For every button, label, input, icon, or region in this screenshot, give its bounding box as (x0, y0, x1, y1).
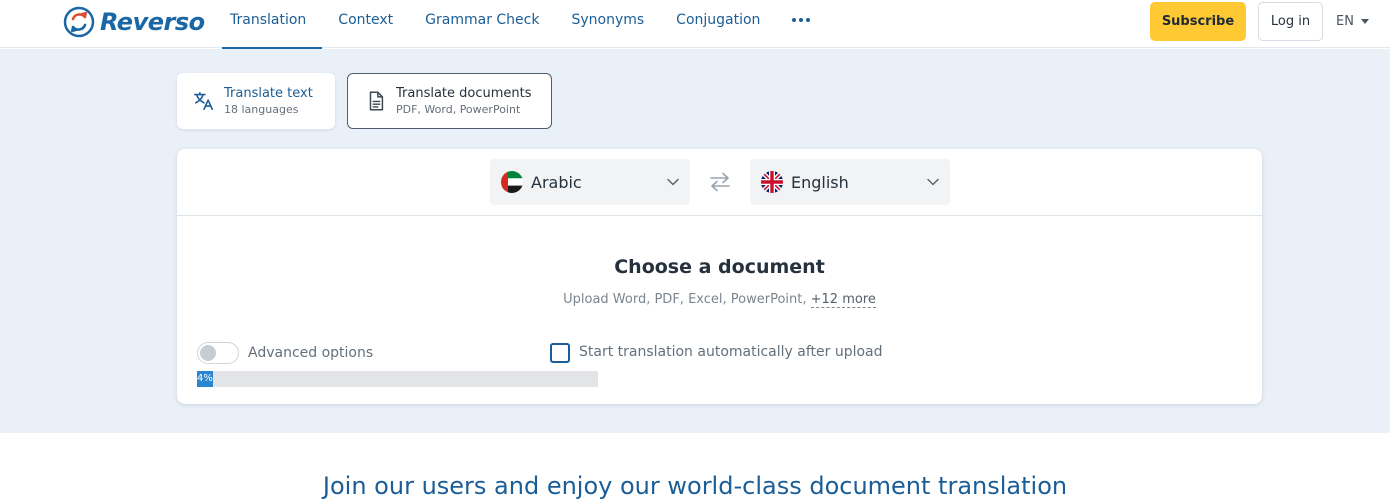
source-language-label: Arabic (531, 172, 582, 192)
advanced-options-toggle[interactable] (197, 342, 239, 364)
target-language-select[interactable]: English (750, 159, 950, 205)
swap-languages-icon[interactable] (708, 171, 732, 193)
tab-translate-documents-subtitle: PDF, Word, PowerPoint (396, 102, 521, 116)
auto-start-label: Start translation automatically after up… (579, 344, 883, 360)
nav-context[interactable]: Context (322, 0, 409, 48)
logo-text: Reverso (100, 8, 205, 36)
main-nav: Translation Context Grammar Check Synony… (214, 0, 826, 49)
nav-grammar-check[interactable]: Grammar Check (409, 0, 555, 48)
tab-translate-text-subtitle: 18 languages (224, 102, 299, 116)
auto-start-checkbox[interactable] (550, 343, 570, 363)
caret-down-icon (1360, 18, 1369, 24)
more-formats-link[interactable]: +12 more (810, 292, 876, 308)
choose-document-title[interactable]: Choose a document (177, 256, 1262, 278)
advanced-options-label: Advanced options (248, 345, 374, 361)
translate-icon (194, 91, 214, 111)
tab-translate-documents[interactable]: Translate documents PDF, Word, PowerPoin… (347, 73, 552, 129)
nav-translation[interactable]: Translation (214, 0, 323, 49)
tab-translate-text[interactable]: Translate text 18 languages (177, 73, 335, 129)
tab-translate-text-title: Translate text (224, 85, 313, 101)
reverso-logo-icon (63, 6, 95, 38)
upload-progress-bar: 4% (197, 371, 598, 387)
login-button[interactable]: Log in (1258, 2, 1323, 41)
translator-section: Translate text 18 languages Translate do… (0, 49, 1390, 433)
document-icon (369, 91, 384, 111)
uae-flag-icon (501, 171, 523, 193)
toggle-knob (200, 345, 216, 361)
supported-formats-text: Upload Word, PDF, Excel, PowerPoint, +12… (177, 292, 1262, 308)
supported-formats-label: Upload Word, PDF, Excel, PowerPoint, (563, 292, 807, 307)
subscribe-button[interactable]: Subscribe (1150, 2, 1246, 41)
tab-translate-documents-title: Translate documents (396, 85, 532, 101)
promo-headline: Join our users and enjoy our world-class… (322, 472, 1068, 500)
more-menu-icon[interactable] (776, 0, 826, 40)
target-language-label: English (791, 172, 849, 192)
uk-flag-icon (761, 171, 783, 193)
language-bar: Arabic English (177, 149, 1262, 216)
top-header: Reverso Translation Context Grammar Chec… (0, 0, 1390, 49)
nav-conjugation[interactable]: Conjugation (660, 0, 776, 48)
chevron-down-icon (927, 178, 939, 186)
ui-language-selector[interactable]: EN (1336, 11, 1369, 31)
ui-language-label: EN (1336, 13, 1354, 29)
document-upload-card: Arabic English Choose a document Upload … (177, 149, 1262, 404)
source-language-select[interactable]: Arabic (490, 159, 690, 205)
reverso-logo[interactable]: Reverso (63, 5, 205, 39)
chevron-down-icon (667, 178, 679, 186)
upload-progress-text: 4% (197, 373, 213, 384)
nav-synonyms[interactable]: Synonyms (555, 0, 660, 48)
